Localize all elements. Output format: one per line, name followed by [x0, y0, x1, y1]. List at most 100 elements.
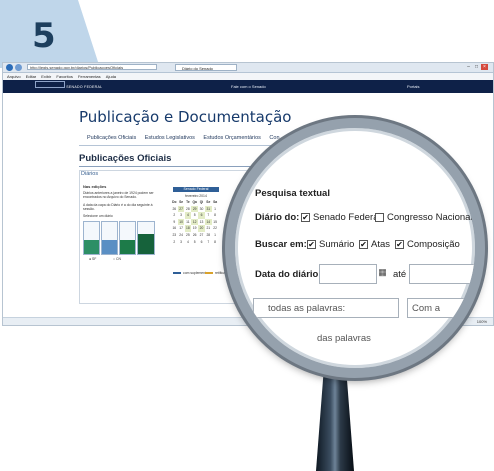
calendar-day[interactable]: 12	[191, 218, 198, 226]
calendar-icon[interactable]: ▦	[378, 267, 387, 278]
calendar-day[interactable]: 26	[191, 232, 198, 238]
portals-link[interactable]: Portais	[407, 84, 419, 89]
senate-logo[interactable]: SENADO FEDERAL	[35, 81, 102, 89]
calendar-day[interactable]: 21	[205, 225, 212, 231]
calendar-weekday: Do	[172, 200, 177, 204]
calendar-day[interactable]: 3	[178, 212, 185, 218]
date-from-input[interactable]	[319, 264, 377, 284]
menu-item-favoritos[interactable]: Favoritos	[56, 74, 72, 79]
calendar-day[interactable]: 10	[177, 218, 185, 226]
diario-cover-cn[interactable]	[101, 221, 118, 255]
radio-sf[interactable]: ● SF	[89, 257, 96, 261]
calendar-header: Senado Federal	[173, 187, 219, 192]
calendar-day[interactable]: 15	[212, 219, 219, 225]
section-title: Publicações Oficiais	[79, 153, 172, 164]
atas-label: Atas	[371, 239, 391, 250]
page-title: Publicação e Documentação	[79, 108, 292, 126]
magnifier-handle	[316, 372, 354, 471]
all-words-input[interactable]: todas as palavras:	[253, 298, 399, 318]
calendar-day[interactable]: 6	[198, 239, 205, 245]
atas-checkbox[interactable]: ✔	[359, 240, 368, 249]
calendar-day[interactable]: 5	[191, 212, 198, 218]
calendar-day[interactable]: 17	[178, 225, 185, 231]
menu-item-exibir[interactable]: Exibir	[41, 74, 51, 79]
calendar-day[interactable]: 28	[185, 206, 192, 212]
maximize-icon[interactable]: □	[473, 64, 480, 70]
menu-item-ferramentas[interactable]: Ferramentas	[78, 74, 101, 79]
diario-cover-sf[interactable]	[83, 221, 100, 255]
minimize-icon[interactable]: –	[465, 64, 472, 70]
calendar-day[interactable]: 4	[184, 212, 192, 219]
sumario-label: Sumário	[319, 239, 355, 250]
calendar-day[interactable]: 2	[171, 239, 178, 245]
menu-item-arquivo[interactable]: Arquivo	[7, 74, 21, 79]
calendar-day[interactable]: 13	[198, 219, 205, 225]
congresso-label: Congresso Nacional	[387, 212, 473, 223]
menu-item-ajuda[interactable]: Ajuda	[106, 74, 116, 79]
calendar-day[interactable]: 27	[177, 205, 185, 212]
subnav-publicacoes[interactable]: Publicações Oficiais	[87, 135, 136, 141]
ate-label: até	[393, 269, 407, 280]
calendar-day[interactable]: 26	[171, 206, 178, 212]
menu-item-editar[interactable]: Editar	[26, 74, 36, 79]
select-label: Selecione um diário	[83, 214, 113, 218]
forward-icon[interactable]	[15, 64, 22, 71]
calendar-day[interactable]: 25	[185, 232, 192, 238]
calendar-day[interactable]: 2	[171, 212, 178, 218]
browser-tab[interactable]: Diário do Senado	[175, 64, 237, 71]
calendar-day[interactable]: 6	[198, 212, 205, 219]
radio-cn[interactable]: ○ CN	[113, 257, 121, 261]
diario-label: Diário do:	[255, 212, 300, 223]
contact-link[interactable]: Fale com o Senado	[231, 84, 266, 89]
editions-note: A data da capa do Diário é a do dia segu…	[83, 203, 153, 212]
calendar-day[interactable]: 24	[178, 232, 185, 238]
senado-label: Senado Federal	[313, 212, 381, 223]
congresso-checkbox[interactable]	[375, 213, 384, 222]
subnav-estudos-legislativos[interactable]: Estudos Legislativos	[145, 135, 195, 141]
legend-supplement-swatch	[173, 272, 181, 274]
calendar-day[interactable]: 22	[212, 225, 219, 231]
composicao-checkbox[interactable]: ✔	[395, 240, 404, 249]
calendar-day[interactable]: 29	[191, 205, 198, 212]
calendar-day[interactable]: 27	[198, 232, 205, 238]
calendar-day[interactable]: 5	[191, 239, 198, 245]
diario-cover-3[interactable]	[119, 221, 136, 255]
calendar-day[interactable]: 23	[171, 232, 178, 238]
zoom-level[interactable]: 100%	[477, 319, 487, 324]
more-words-label: das palavras	[317, 333, 371, 344]
close-icon[interactable]: ×	[481, 64, 488, 70]
diario-cover-4[interactable]	[137, 221, 155, 255]
senado-checkbox[interactable]: ✔	[301, 213, 310, 222]
with-input[interactable]: Com a	[407, 298, 475, 318]
calendar-day[interactable]: 4	[185, 239, 192, 245]
calendar-day[interactable]: 31	[205, 205, 212, 212]
back-icon[interactable]	[6, 64, 13, 71]
address-bar-row: http://legis.senado.gov.br/diarios/Publi…	[3, 63, 493, 73]
calendar-day[interactable]: 1	[212, 232, 219, 238]
calendar-day[interactable]: 8	[212, 212, 219, 218]
calendar-day[interactable]: 7	[205, 239, 212, 245]
calendar-day[interactable]: 20	[198, 225, 205, 232]
calendar-day[interactable]: 16	[171, 225, 178, 231]
calendar-day[interactable]: 28	[205, 232, 212, 238]
calendar-day[interactable]: 30	[198, 206, 205, 212]
date-to-input[interactable]	[409, 264, 475, 284]
calendar-day[interactable]: 8	[212, 239, 219, 245]
calendar-day[interactable]: 14	[205, 218, 212, 226]
panel-title: Diários	[81, 171, 99, 177]
search-heading: Pesquisa textual	[255, 188, 330, 199]
calendar-day[interactable]: 19	[191, 225, 198, 231]
sumario-checkbox[interactable]: ✔	[307, 240, 316, 249]
calendar-weekday: Qi	[199, 200, 204, 204]
calendar-day[interactable]: 7	[205, 212, 212, 218]
calendar-day[interactable]: 11	[185, 219, 192, 225]
editions-text: Diários anteriores a janeiro de 1924 pod…	[83, 191, 154, 200]
calendar-day[interactable]: 9	[171, 219, 178, 225]
composicao-label: Composição	[407, 239, 460, 250]
calendar-day[interactable]: 1	[212, 206, 219, 212]
url-input[interactable]: http://legis.senado.gov.br/diarios/Publi…	[27, 64, 157, 70]
calendar-day[interactable]: 3	[178, 239, 185, 245]
calendar-weekday: Se	[206, 200, 211, 204]
calendar-day[interactable]: 18	[184, 225, 192, 232]
menu-bar: Arquivo Editar Exibir Favoritos Ferramen…	[3, 73, 493, 80]
